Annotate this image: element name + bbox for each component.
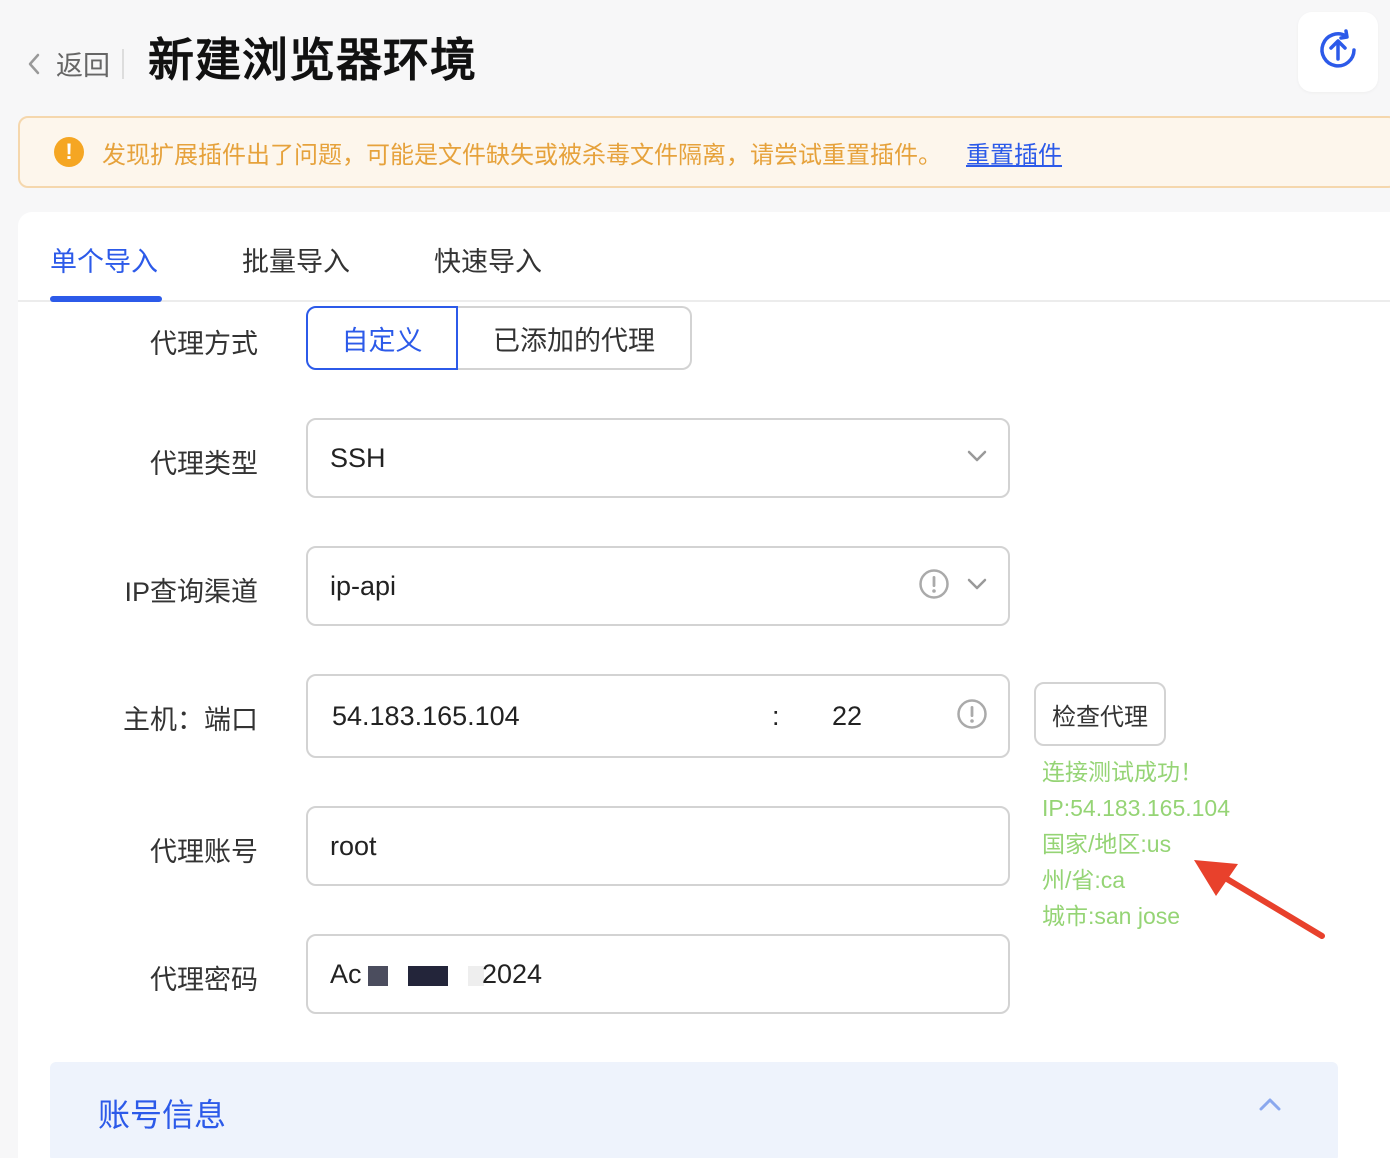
page-header: 返回 新建浏览器环境	[0, 0, 1390, 110]
ip-channel-value: ip-api	[330, 570, 397, 601]
host-port-separator: :	[772, 700, 780, 731]
warning-icon: !	[54, 137, 84, 167]
redaction-block	[408, 966, 448, 986]
proxy-account-input[interactable]: root	[306, 806, 1010, 886]
ip-channel-select[interactable]: ip-api	[306, 546, 1010, 626]
password-prefix: Ac	[330, 958, 362, 989]
check-proxy-button[interactable]: 检查代理	[1034, 682, 1166, 746]
result-line: 州/省:ca	[1042, 867, 1126, 893]
warning-message: 发现扩展插件出了问题，可能是文件缺失或被杀毒文件隔离，请尝试重置插件。	[102, 141, 942, 169]
result-line: 城市:san jose	[1042, 903, 1181, 929]
result-line: 连接测试成功！	[1042, 759, 1203, 785]
ip-channel-label: IP查询渠道	[124, 577, 258, 607]
proxy-mode-saved[interactable]: 已添加的代理	[458, 306, 692, 370]
proxy-account-label: 代理账号	[150, 837, 258, 867]
tab-single-import[interactable]: 单个导入	[50, 240, 158, 279]
proxy-mode-segmented: 自定义 已添加的代理	[306, 306, 692, 370]
port-input[interactable]: 22	[832, 701, 862, 732]
reset-plugin-link[interactable]: 重置插件	[966, 135, 1062, 170]
active-tab-indicator	[50, 296, 162, 302]
main-card: 单个导入 批量导入 快速导入 代理方式 自定义 已添加的代理 代理类型 SSH …	[18, 212, 1390, 1158]
import-tabs: 单个导入 批量导入 快速导入	[18, 212, 1390, 302]
proxy-mode-label: 代理方式	[150, 329, 258, 359]
account-info-title: 账号信息	[98, 1097, 227, 1133]
proxy-type-select[interactable]: SSH	[306, 418, 1010, 498]
account-info-section[interactable]: 账号信息	[50, 1062, 1338, 1158]
password-suffix: 2024	[482, 958, 543, 989]
chevron-down-icon	[966, 449, 988, 468]
info-icon[interactable]	[956, 698, 988, 735]
result-line: IP:54.183.165.104	[1042, 795, 1230, 821]
upload-sync-icon	[1316, 28, 1360, 77]
host-port-label: 主机：端口	[123, 705, 258, 735]
host-input[interactable]: 54.183.165.104	[332, 701, 752, 732]
tab-quick-import[interactable]: 快速导入	[434, 240, 542, 279]
back-button[interactable]: 返回	[24, 44, 124, 83]
chevron-down-icon	[966, 577, 988, 596]
info-icon[interactable]	[918, 568, 950, 605]
proxy-type-label: 代理类型	[150, 449, 258, 479]
host-port-field: 54.183.165.104 : 22	[306, 674, 1010, 758]
proxy-password-input[interactable]: Ac 2024	[306, 934, 1010, 1014]
proxy-account-value: root	[330, 830, 377, 861]
warning-banner: ! 发现扩展插件出了问题，可能是文件缺失或被杀毒文件隔离，请尝试重置插件。 重置…	[18, 116, 1390, 188]
chevron-up-icon[interactable]	[1258, 1096, 1282, 1117]
tab-batch-import[interactable]: 批量导入	[242, 240, 350, 279]
proxy-type-value: SSH	[330, 442, 386, 473]
upload-button[interactable]	[1298, 12, 1378, 92]
chevron-left-icon	[24, 46, 44, 82]
redaction-block	[368, 966, 388, 986]
page-title: 新建浏览器环境	[148, 34, 477, 86]
back-label: 返回	[56, 51, 110, 81]
result-line: 国家/地区:us	[1042, 831, 1172, 857]
proxy-password-label: 代理密码	[150, 965, 258, 995]
proxy-check-result: 连接测试成功！ IP:54.183.165.104 国家/地区:us 州/省:c…	[1042, 754, 1230, 934]
proxy-mode-custom[interactable]: 自定义	[306, 306, 458, 370]
header-divider	[122, 48, 124, 79]
